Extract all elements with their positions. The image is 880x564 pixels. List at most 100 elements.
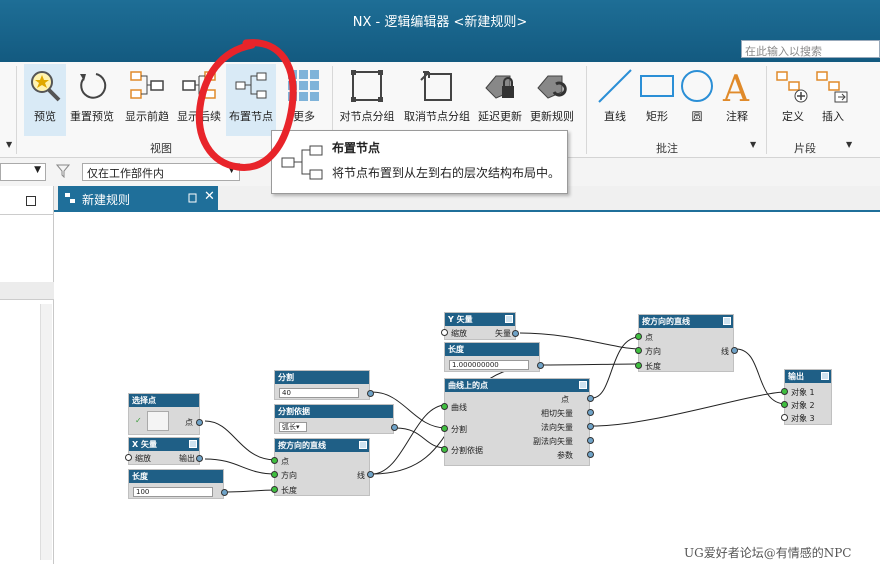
output-port[interactable] <box>196 419 203 426</box>
length-node[interactable]: 长度 1.000000000 <box>444 342 544 372</box>
input-port[interactable] <box>635 333 642 340</box>
reset-preview-button[interactable]: 重置预览 <box>68 64 116 136</box>
delay-update-icon <box>485 75 514 99</box>
list-header <box>0 282 54 300</box>
expand-icon[interactable] <box>505 315 513 323</box>
output-port[interactable] <box>587 451 594 458</box>
port-label: 缩放 <box>451 329 467 338</box>
input-port[interactable] <box>781 388 788 395</box>
line-by-direction-node[interactable]: 按方向的直线 点 方向 长度 线 <box>271 438 374 496</box>
filter-icon[interactable] <box>56 164 70 178</box>
expand-icon[interactable] <box>579 381 587 389</box>
divide-basis-select[interactable]: 弧长▾ <box>279 422 307 432</box>
input-port[interactable] <box>781 414 788 421</box>
output-port[interactable] <box>587 423 594 430</box>
show-predecessors-button[interactable]: 显示前趋 <box>122 64 172 136</box>
x-vector-node[interactable]: X 矢量 缩放 输出 <box>125 437 203 465</box>
delay-update-button[interactable]: 延迟更新 <box>476 64 524 136</box>
wire <box>591 391 787 427</box>
group-dropdown-arrow[interactable]: ▼ <box>6 140 12 149</box>
input-port[interactable] <box>635 347 642 354</box>
rectangle-button[interactable]: 矩形 <box>636 64 678 136</box>
show-predecessors-label: 显示前趋 <box>125 110 169 123</box>
output-port[interactable] <box>512 330 519 337</box>
output-port[interactable] <box>196 455 203 462</box>
input-port[interactable] <box>441 403 448 410</box>
node-title: 分割依据 <box>275 405 393 418</box>
output-port[interactable] <box>587 437 594 444</box>
port-label: 曲线 <box>451 403 467 412</box>
delay-update-label: 延迟更新 <box>478 110 522 123</box>
logic-canvas[interactable]: 选择点 ✓ 点 X 矢量 缩放 输出 长度 100 分割 40 分割依据 弧长▾… <box>54 212 880 564</box>
search-input[interactable]: 在此输入以搜索 <box>741 40 880 58</box>
fragment-group-label: 片段 <box>794 142 816 155</box>
port-label: 缩放 <box>135 454 151 463</box>
input-port[interactable] <box>635 362 642 369</box>
input-port[interactable] <box>271 486 278 493</box>
expand-icon[interactable] <box>359 441 367 449</box>
pin-icon[interactable] <box>188 193 198 203</box>
update-rule-button[interactable]: 更新规则 <box>528 64 576 136</box>
group-nodes-button[interactable]: 对节点分组 <box>338 64 396 136</box>
close-icon[interactable]: ✕ <box>204 189 215 204</box>
output-port[interactable] <box>367 471 374 478</box>
point-select-icon[interactable] <box>147 411 169 431</box>
circle-button[interactable]: 圆 <box>676 64 718 136</box>
insert-button[interactable]: 插入 <box>812 64 854 136</box>
group-separator <box>586 66 587 154</box>
arrange-nodes-tooltip: 布置节点 将节点布置到从左到右的层次结构布局中。 <box>271 130 568 194</box>
output-port[interactable] <box>587 395 594 402</box>
divide-basis-value: 弧长 <box>282 423 296 431</box>
divide-basis-node[interactable]: 分割依据 弧长▾ <box>274 404 398 434</box>
input-port[interactable] <box>271 471 278 478</box>
select-point-node[interactable]: 选择点 ✓ 点 <box>128 393 203 435</box>
output-port[interactable] <box>367 390 374 397</box>
output-port[interactable] <box>731 347 738 354</box>
update-rule-label: 更新规则 <box>530 110 574 123</box>
annotation-button[interactable]: A 注释 <box>716 64 758 136</box>
line-by-direction-node[interactable]: 按方向的直线 点 方向 长度 线 <box>635 314 738 372</box>
scope-value: 仅在工作部件内 <box>87 167 164 180</box>
expand-icon[interactable] <box>189 440 197 448</box>
node-title: 分割 <box>275 371 369 384</box>
input-port[interactable] <box>441 425 448 432</box>
port-label: 分割 <box>451 425 467 434</box>
output-port[interactable] <box>391 424 398 431</box>
preview-button[interactable]: 预览 <box>24 64 66 136</box>
port-label: 矢量 <box>495 329 511 338</box>
input-port[interactable] <box>441 446 448 453</box>
scrollbar[interactable] <box>40 304 52 560</box>
divide-node[interactable]: 分割 40 <box>274 370 374 400</box>
divide-input[interactable]: 40 <box>279 388 359 398</box>
wire <box>204 420 277 461</box>
length-node[interactable]: 长度 100 <box>128 469 228 499</box>
maximize-icon[interactable] <box>26 196 36 206</box>
input-port[interactable] <box>781 401 788 408</box>
annotation-dropdown-arrow[interactable]: ▼ <box>750 140 756 149</box>
input-port[interactable] <box>441 329 448 336</box>
type-filter-dropdown[interactable]: ▼ <box>0 163 46 181</box>
length-input[interactable]: 1.000000000 <box>449 360 529 370</box>
tab-new-rule[interactable]: 新建规则 ✕ <box>58 186 218 212</box>
define-button[interactable]: 定义 <box>772 64 814 136</box>
point-on-curve-node[interactable]: 曲线上的点 曲线 分割 分割依据 点 相切矢量 法向矢量 副法向矢量 参数 <box>441 378 594 466</box>
length-input[interactable]: 100 <box>133 487 213 497</box>
circle-label: 圆 <box>691 110 703 123</box>
expand-icon[interactable] <box>821 372 829 380</box>
ungroup-nodes-button[interactable]: 取消节点分组 <box>402 64 472 136</box>
output-port[interactable] <box>221 489 228 496</box>
port-label: 线 <box>357 471 365 480</box>
group-nodes-label: 对节点分组 <box>339 110 395 123</box>
output-node[interactable]: 输出 对象 1 对象 2 对象 3 <box>781 369 832 425</box>
y-vector-node[interactable]: Y 矢量 缩放 矢量 <box>441 312 519 340</box>
input-port[interactable] <box>125 454 132 461</box>
input-port[interactable] <box>271 457 278 464</box>
port-label: 副法向矢量 <box>533 437 573 446</box>
fragment-dropdown-arrow[interactable]: ▼ <box>846 140 852 149</box>
port-label: 点 <box>281 457 289 466</box>
expand-icon[interactable] <box>723 317 731 325</box>
line-button[interactable]: 直线 <box>594 64 636 136</box>
output-port[interactable] <box>537 362 544 369</box>
rule-icon <box>65 193 75 203</box>
output-port[interactable] <box>587 409 594 416</box>
